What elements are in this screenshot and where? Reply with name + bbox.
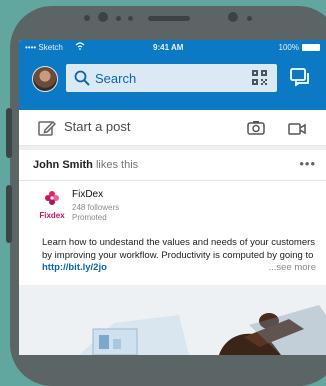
activity-text: John Smith likes this xyxy=(33,159,138,171)
status-bar: •••• Sketch 9:41 AM 100% xyxy=(19,40,326,56)
see-more-link[interactable]: ...see more xyxy=(268,262,316,275)
battery-status: 100% xyxy=(279,43,320,52)
activity-header: John Smith likes this ••• xyxy=(19,150,326,181)
company-name[interactable]: FixDex xyxy=(72,189,103,200)
phone-screen: •••• Sketch 9:41 AM 100% Search Start a … xyxy=(19,40,326,355)
phone-side-button xyxy=(6,185,12,243)
actor-name[interactable]: John Smith xyxy=(33,159,93,171)
post-link[interactable]: http://bit.ly/2jo xyxy=(42,262,107,273)
post-body: Learn how to undestand the values and ne… xyxy=(42,237,316,261)
search-icon xyxy=(74,70,90,91)
camera-icon[interactable] xyxy=(247,120,265,140)
start-post-bar[interactable]: Start a post xyxy=(19,110,326,146)
business-meeting-image xyxy=(19,285,326,355)
video-icon[interactable] xyxy=(288,122,306,140)
search-bar[interactable]: Search xyxy=(66,64,277,92)
company-card[interactable]: Fixdex FixDex 248 followers Promoted xyxy=(19,181,326,229)
status-time: 9:41 AM xyxy=(153,43,184,52)
battery-label: 100% xyxy=(278,43,299,52)
carrier-label: •••• Sketch xyxy=(25,43,63,52)
wifi-icon xyxy=(75,42,85,52)
company-logo: Fixdex xyxy=(35,189,69,223)
activity-action: likes this xyxy=(95,159,139,171)
post-text: Learn how to undestand the values and ne… xyxy=(42,237,320,275)
start-post-prompt: Start a post xyxy=(64,119,131,134)
company-followers: 248 followers xyxy=(72,203,120,212)
more-options-icon[interactable]: ••• xyxy=(299,156,316,171)
avatar[interactable] xyxy=(32,66,58,92)
company-logo-text: Fixdex xyxy=(39,211,65,220)
fixdex-flower-icon xyxy=(45,191,59,205)
qr-code-icon[interactable] xyxy=(252,70,267,90)
app-header: •••• Sketch 9:41 AM 100% Search xyxy=(19,40,326,110)
post-image[interactable] xyxy=(19,285,326,355)
battery-icon xyxy=(302,44,320,51)
promoted-label: Promoted xyxy=(72,213,107,222)
phone-side-button xyxy=(6,108,12,158)
phone-top-sensors xyxy=(0,0,326,40)
edit-icon xyxy=(38,119,57,142)
messages-icon[interactable] xyxy=(290,68,312,93)
search-label: Search xyxy=(95,71,137,86)
